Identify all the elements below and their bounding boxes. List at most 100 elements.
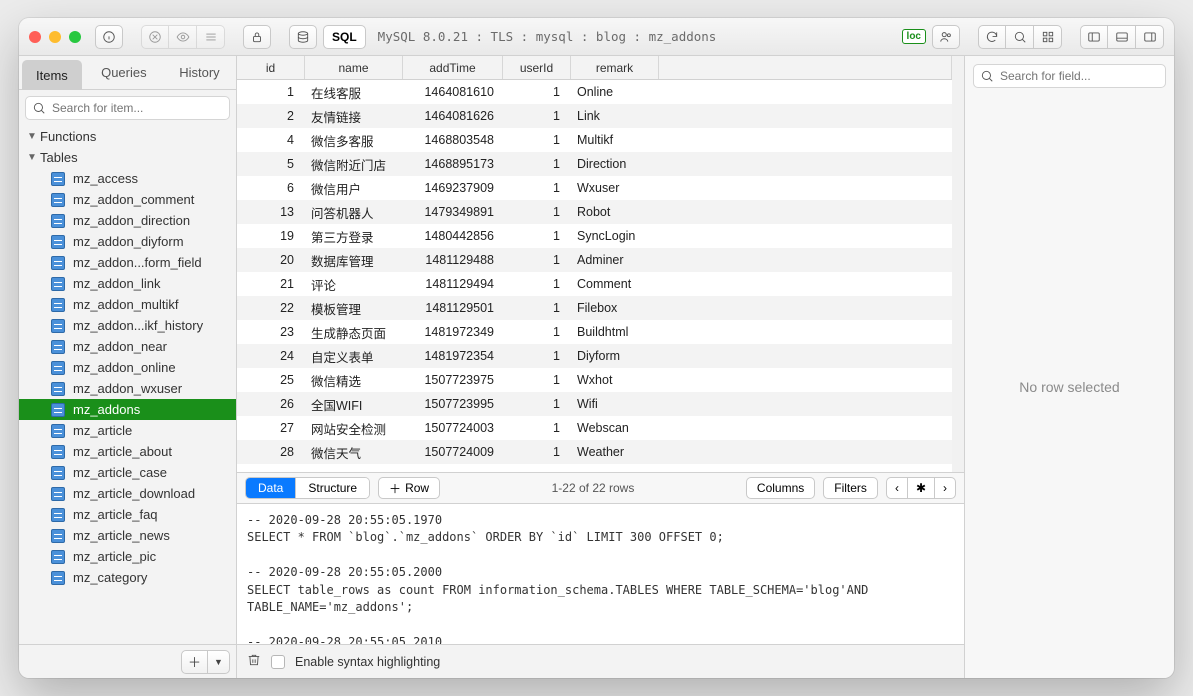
table-cell[interactable]: 26 xyxy=(237,397,305,411)
table-cell[interactable]: SyncLogin xyxy=(571,229,659,243)
table-cell[interactable]: 2 xyxy=(237,109,305,123)
table-cell[interactable]: Diyform xyxy=(571,349,659,363)
table-cell[interactable]: 1 xyxy=(503,445,571,459)
tab-history[interactable]: History xyxy=(163,56,236,89)
table-cell[interactable]: 1507724009 xyxy=(403,445,503,459)
column-header-name[interactable]: name xyxy=(305,56,403,79)
table-cell[interactable]: 自定义表单 xyxy=(305,347,403,366)
filters-button[interactable]: Filters xyxy=(823,477,878,499)
sidebar-table-item[interactable]: mz_addon_link xyxy=(19,273,236,294)
table-cell[interactable]: 23 xyxy=(237,325,305,339)
view-structure[interactable]: Structure xyxy=(296,478,369,498)
table-cell[interactable]: 1464081626 xyxy=(403,109,503,123)
table-cell[interactable]: 1 xyxy=(503,301,571,315)
close-window-button[interactable] xyxy=(29,31,41,43)
table-cell[interactable]: 1 xyxy=(503,85,571,99)
table-cell[interactable]: 25 xyxy=(237,373,305,387)
table-cell[interactable]: 22 xyxy=(237,301,305,315)
users-button[interactable] xyxy=(932,25,960,49)
sidebar-table-item[interactable]: mz_addon_diyform xyxy=(19,231,236,252)
table-cell[interactable]: 网站安全检测 xyxy=(305,419,403,438)
table-cell[interactable]: 1507723995 xyxy=(403,397,503,411)
table-cell[interactable]: 全国WIFI xyxy=(305,395,403,414)
table-cell[interactable]: 1 xyxy=(503,253,571,267)
tab-items[interactable]: Items xyxy=(22,60,82,90)
add-item-menu-button[interactable]: ▼ xyxy=(208,650,230,674)
table-cell[interactable]: 微信多客服 xyxy=(305,131,403,150)
panel-right-button[interactable] xyxy=(1136,25,1164,49)
next-page-button[interactable]: › xyxy=(935,477,956,499)
database-button[interactable] xyxy=(289,25,317,49)
vertical-scrollbar[interactable] xyxy=(952,80,964,472)
lock-button[interactable] xyxy=(243,25,271,49)
table-cell[interactable]: 1 xyxy=(503,397,571,411)
table-cell[interactable]: 1507724003 xyxy=(403,421,503,435)
table-cell[interactable]: Wifi xyxy=(571,397,659,411)
table-cell[interactable]: Online xyxy=(571,85,659,99)
sidebar-table-item[interactable]: mz_article_pic xyxy=(19,546,236,567)
refresh-button[interactable] xyxy=(978,25,1006,49)
table-row[interactable]: 5微信附近门店14688951731Direction xyxy=(237,152,952,176)
table-cell[interactable]: 生成静态页面 xyxy=(305,323,403,342)
table-cell[interactable]: 1 xyxy=(503,181,571,195)
table-cell[interactable]: 6 xyxy=(237,181,305,195)
sidebar-table-item[interactable]: mz_addon_wxuser xyxy=(19,378,236,399)
table-cell[interactable]: 4 xyxy=(237,133,305,147)
table-cell[interactable]: 1 xyxy=(503,277,571,291)
table-row[interactable]: 21评论14811294941Comment xyxy=(237,272,952,296)
table-cell[interactable]: 第三方登录 xyxy=(305,227,403,246)
table-cell[interactable]: 21 xyxy=(237,277,305,291)
table-cell[interactable]: Wxuser xyxy=(571,181,659,195)
sidebar-table-item[interactable]: mz_addon...ikf_history xyxy=(19,315,236,336)
table-cell[interactable]: 评论 xyxy=(305,275,403,294)
group-tables[interactable]: ▼Tables xyxy=(19,147,236,168)
table-cell[interactable]: 1507723975 xyxy=(403,373,503,387)
table-cell[interactable]: Filebox xyxy=(571,301,659,315)
sidebar-table-item[interactable]: mz_article_faq xyxy=(19,504,236,525)
table-cell[interactable]: 1479349891 xyxy=(403,205,503,219)
table-cell[interactable]: 1480442856 xyxy=(403,229,503,243)
table-row[interactable]: 20数据库管理14811294881Adminer xyxy=(237,248,952,272)
search-button[interactable] xyxy=(1006,25,1034,49)
column-header-userId[interactable]: userId xyxy=(503,56,571,79)
table-cell[interactable]: 1 xyxy=(503,205,571,219)
tab-queries[interactable]: Queries xyxy=(85,56,163,89)
table-cell[interactable]: 24 xyxy=(237,349,305,363)
group-functions[interactable]: ▼Functions xyxy=(19,126,236,147)
sql-button[interactable]: SQL xyxy=(323,25,366,49)
sidebar-table-item[interactable]: mz_access xyxy=(19,168,236,189)
table-cell[interactable]: 1 xyxy=(503,133,571,147)
add-item-button[interactable]: ＋ xyxy=(181,650,208,674)
preview-button[interactable] xyxy=(169,25,197,49)
sidebar-table-item[interactable]: mz_article_news xyxy=(19,525,236,546)
table-cell[interactable]: 1481129501 xyxy=(403,301,503,315)
table-body[interactable]: 1在线客服14640816101Online2友情链接14640816261Li… xyxy=(237,80,952,472)
table-cell[interactable]: 在线客服 xyxy=(305,83,403,102)
table-cell[interactable]: 1468895173 xyxy=(403,157,503,171)
table-row[interactable]: 2友情链接14640816261Link xyxy=(237,104,952,128)
table-cell[interactable]: 1481129494 xyxy=(403,277,503,291)
table-cell[interactable]: 1 xyxy=(503,109,571,123)
page-settings-button[interactable]: ✱ xyxy=(908,477,935,499)
sidebar-table-item[interactable]: mz_article_case xyxy=(19,462,236,483)
syntax-checkbox[interactable] xyxy=(271,655,285,669)
table-cell[interactable]: 1464081610 xyxy=(403,85,503,99)
table-cell[interactable]: 1 xyxy=(503,157,571,171)
table-cell[interactable]: 微信精选 xyxy=(305,371,403,390)
table-cell[interactable]: 20 xyxy=(237,253,305,267)
add-row-button[interactable]: ＋Row xyxy=(378,477,440,499)
table-cell[interactable]: Multikf xyxy=(571,133,659,147)
table-cell[interactable]: 模板管理 xyxy=(305,299,403,318)
table-cell[interactable]: Buildhtml xyxy=(571,325,659,339)
table-cell[interactable]: Robot xyxy=(571,205,659,219)
table-row[interactable]: 26全国WIFI15077239951Wifi xyxy=(237,392,952,416)
table-cell[interactable]: Link xyxy=(571,109,659,123)
sidebar-table-item[interactable]: mz_addons xyxy=(19,399,236,420)
grid-button[interactable] xyxy=(1034,25,1062,49)
cancel-button[interactable] xyxy=(141,25,169,49)
sidebar-search-input[interactable] xyxy=(52,101,223,115)
sidebar-table-item[interactable]: mz_addon_online xyxy=(19,357,236,378)
table-row[interactable]: 24自定义表单14819723541Diyform xyxy=(237,344,952,368)
table-cell[interactable]: Comment xyxy=(571,277,659,291)
table-cell[interactable]: 问答机器人 xyxy=(305,203,403,222)
